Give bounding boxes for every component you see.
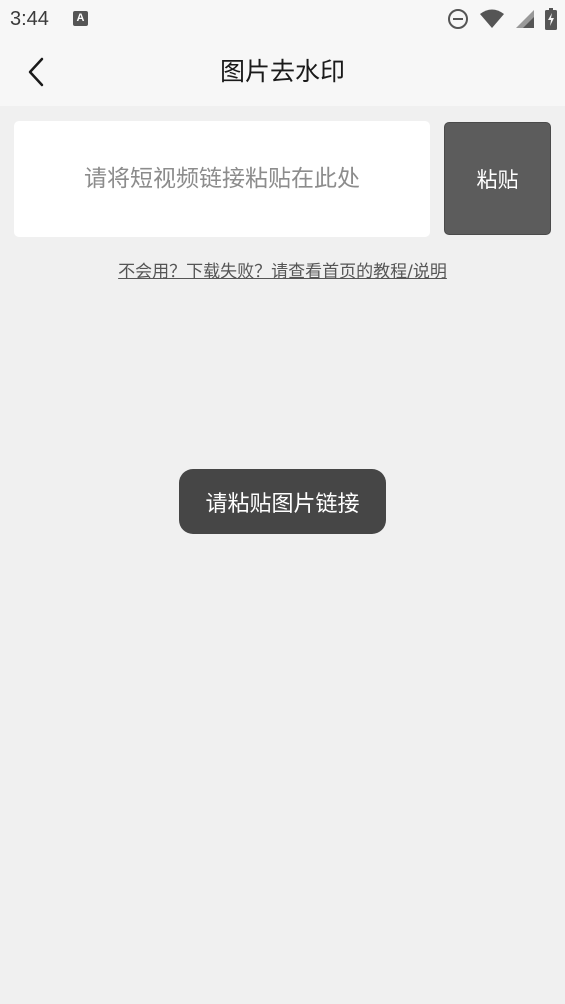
battery-charging-icon <box>545 8 557 30</box>
status-bar: 3:44 A <box>0 0 565 38</box>
help-link[interactable]: 不会用？下载失败？请查看首页的教程/说明 <box>0 257 565 282</box>
status-icons <box>447 7 557 31</box>
paste-button[interactable]: 粘贴 <box>444 122 551 235</box>
page-title: 图片去水印 <box>219 57 345 86</box>
link-input[interactable] <box>14 121 430 237</box>
text-a-icon: A <box>73 11 88 26</box>
do-not-disturb-icon <box>448 9 468 29</box>
status-time: 3:44 <box>10 8 49 30</box>
signal-icon <box>516 10 534 28</box>
app-bar: 图片去水印 <box>0 38 565 106</box>
wifi-icon <box>480 9 504 28</box>
toast-message: 请粘贴图片链接 <box>179 469 386 534</box>
link-input-card <box>14 121 430 237</box>
